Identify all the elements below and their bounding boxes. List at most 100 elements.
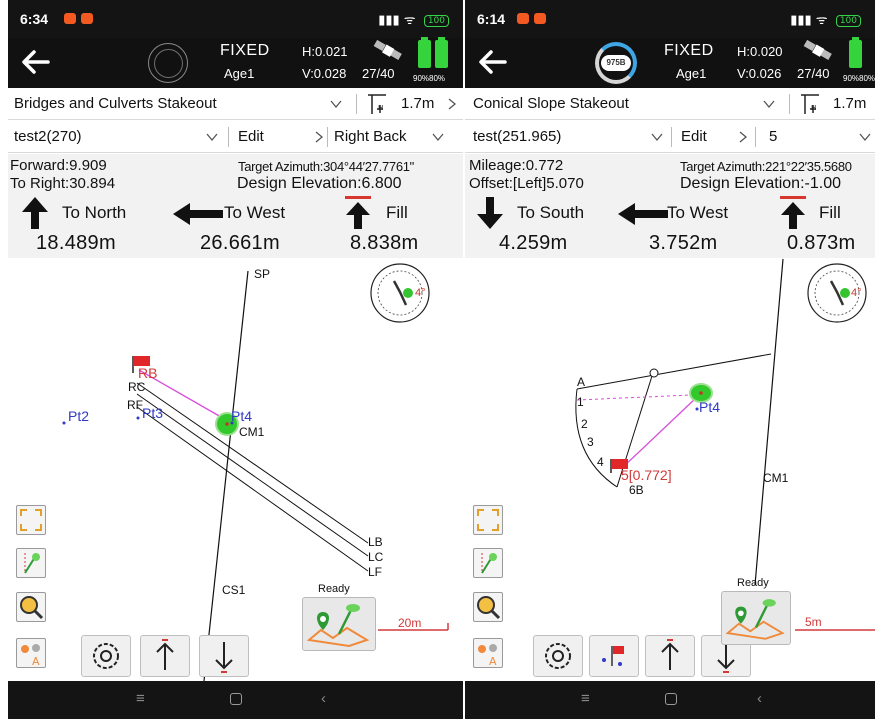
chevron-down-icon[interactable] — [330, 98, 342, 110]
ready-stakeout-button[interactable] — [721, 591, 791, 645]
back-arrow-icon[interactable] — [18, 44, 54, 80]
gear-icon — [545, 643, 571, 669]
point-select[interactable]: 5 — [769, 128, 777, 145]
settings-button[interactable] — [81, 635, 131, 677]
scale-label: 20m — [398, 616, 422, 630]
ready-label: Ready — [318, 583, 350, 595]
battery-icon — [849, 37, 862, 68]
edit-button[interactable]: Edit — [681, 128, 707, 145]
back-arrow-icon[interactable] — [475, 44, 511, 80]
file-name[interactable]: test(251.965) — [473, 128, 561, 145]
survey-pole-button[interactable] — [473, 548, 503, 578]
auto-point-icon: A — [21, 644, 40, 667]
arrow-down-icon — [215, 642, 233, 673]
settings-button[interactable] — [533, 635, 583, 677]
divider — [755, 127, 756, 147]
battery-bars — [418, 37, 452, 73]
battery-icon: 100 — [835, 15, 861, 27]
dir3-label: Fill — [386, 203, 408, 222]
label-lc: LC — [368, 550, 384, 564]
stakeout-mode: Conical Slope Stakeout — [473, 95, 629, 112]
dir2-value: 3.752m — [649, 232, 718, 254]
stakeout-mode-row[interactable]: Bridges and Culverts Stakeout H 1.7m — [8, 88, 463, 120]
chevron-right-icon[interactable] — [446, 98, 458, 110]
stakeout-mode-row[interactable]: Conical Slope Stakeout H 1.7m — [465, 88, 875, 120]
ready-label: Ready — [737, 577, 769, 589]
label-cm1: CM1 — [239, 425, 265, 439]
search-icon — [477, 596, 501, 620]
label-5: 5[0.772] — [621, 467, 672, 483]
status-time: 6:34 — [20, 11, 49, 27]
signal-wifi-battery: ▮▮▮ ᯤ 100 — [790, 10, 861, 28]
antenna-height-icon[interactable]: H — [366, 92, 388, 116]
v-precision: V:0.026 — [737, 66, 782, 81]
fix-status: FIXED — [664, 42, 714, 59]
expand-icon — [477, 509, 499, 531]
svg-text:H: H — [811, 104, 816, 112]
search-button[interactable] — [16, 592, 46, 622]
bridge-edge-c — [136, 393, 369, 557]
edit-button[interactable]: Edit — [238, 128, 264, 145]
map-canvas[interactable]: A 1 2 3 4 5[0.772] 6B Pt4 CM1 4° A Ready… — [465, 259, 875, 681]
chevron-right-icon[interactable] — [737, 131, 749, 143]
chevron-right-icon[interactable] — [313, 131, 325, 143]
menu-icon[interactable]: ≡ — [136, 690, 145, 707]
side-select[interactable]: Right Back — [334, 128, 407, 145]
fill-up-icon — [780, 196, 806, 229]
chevron-down-icon[interactable] — [432, 131, 444, 143]
home-icon[interactable] — [665, 693, 677, 705]
auto-point-button[interactable]: A — [16, 638, 46, 668]
auto-point-button[interactable]: A — [473, 638, 503, 668]
map-canvas[interactable]: SP RB RC RF Pt2 Pt3 Pt4 CM1 LB LC LF CS1… — [8, 259, 463, 681]
prev-point-button[interactable] — [140, 635, 190, 677]
antenna-height: 1.7m — [401, 95, 435, 112]
prev-point-button[interactable] — [645, 635, 695, 677]
chevron-down-icon[interactable] — [651, 131, 663, 143]
zoom-extent-button[interactable] — [16, 505, 46, 535]
ready-stakeout-button[interactable] — [302, 597, 376, 651]
status-bar: 6:34 ▮▮▮ ᯤ 100 — [8, 0, 463, 38]
label-sp: SP — [254, 267, 271, 281]
home-icon[interactable] — [230, 693, 242, 705]
zoom-extent-button[interactable] — [473, 505, 503, 535]
label-lf: LF — [368, 565, 383, 579]
arrow-left-icon — [618, 203, 668, 225]
stakeout-info: Mileage:0.772 Offset:[Left]5.070 Target … — [465, 154, 875, 194]
label-3: 3 — [587, 435, 594, 449]
satellite-icon — [373, 39, 402, 60]
screen-bridges-stakeout: 6:34 ▮▮▮ ᯤ 100 FIXED Age1 H:0.021 V:0.02… — [8, 0, 463, 719]
chevron-down-icon[interactable] — [859, 131, 871, 143]
arrow-down-icon — [477, 197, 503, 229]
signal-wifi-battery: ▮▮▮ ᯤ 100 — [378, 10, 449, 28]
search-icon — [20, 596, 44, 620]
next-point-button[interactable] — [199, 635, 249, 677]
chevron-down-icon[interactable] — [206, 131, 218, 143]
label-cm1: CM1 — [763, 471, 789, 485]
target-azimuth: Target Azimuth:304°44′27.7761" — [238, 159, 414, 174]
point-library-button[interactable] — [589, 635, 639, 677]
antenna-height-icon[interactable]: H — [799, 92, 821, 116]
stakeout-mode: Bridges and Culverts Stakeout — [14, 95, 217, 112]
back-nav-icon[interactable]: ‹ — [321, 690, 326, 707]
notification-icon — [517, 13, 529, 24]
stakeout-point-icon — [725, 599, 785, 640]
map-drawing — [62, 263, 449, 681]
fix-status: FIXED — [220, 42, 270, 59]
dir3-label: Fill — [819, 203, 841, 222]
satellite-icon — [803, 39, 832, 60]
h-precision: H:0.020 — [737, 44, 783, 59]
arrow-up-icon — [661, 639, 679, 670]
centerline — [203, 270, 249, 681]
slope-top-line — [576, 353, 772, 390]
search-button[interactable] — [473, 592, 503, 622]
to-right-value: To Right:30.894 — [10, 175, 116, 192]
arrow-left-icon — [173, 203, 223, 225]
chevron-down-icon[interactable] — [763, 98, 775, 110]
battery-percent: 90%80% — [413, 74, 446, 83]
screen-conical-slope-stakeout: 6:14 ▮▮▮ ᯤ 100 975B FIXED Age1 H:0.020 V… — [465, 0, 875, 719]
menu-icon[interactable]: ≡ — [581, 690, 590, 707]
back-nav-icon[interactable]: ‹ — [757, 690, 762, 707]
file-name[interactable]: test2(270) — [14, 128, 82, 145]
centerline — [754, 259, 784, 586]
survey-pole-button[interactable] — [16, 548, 46, 578]
